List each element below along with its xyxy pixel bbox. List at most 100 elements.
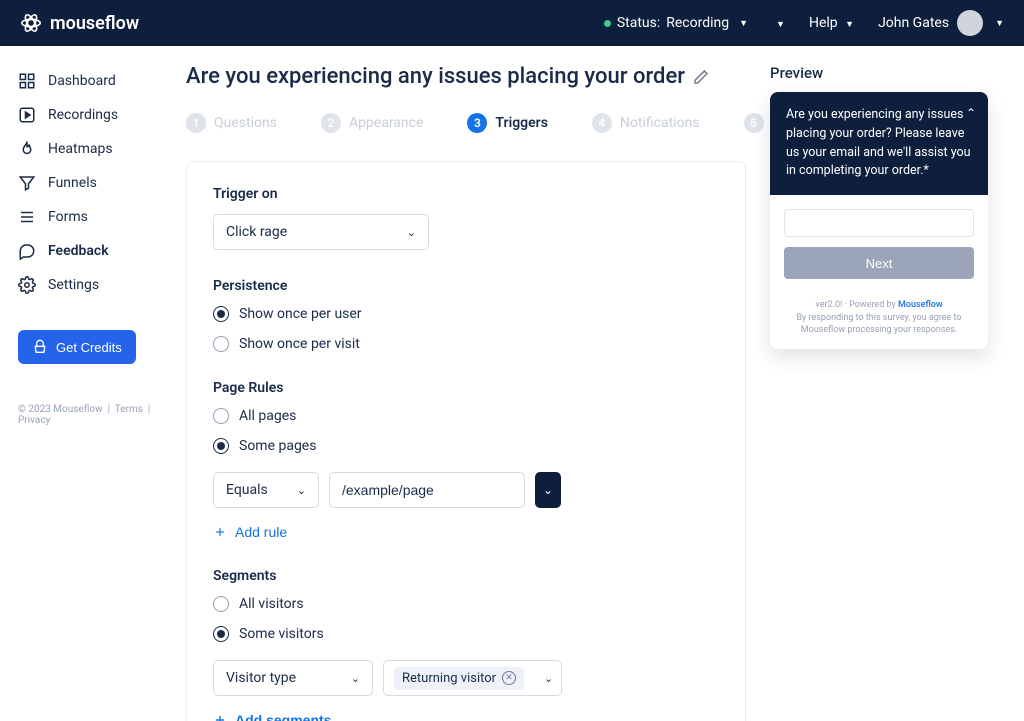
radio-label: Some visitors <box>239 626 324 642</box>
radio-icon <box>213 626 229 642</box>
radio-icon <box>213 438 229 454</box>
sidebar-item-label: Funnels <box>48 175 97 191</box>
step-appearance[interactable]: 2Appearance <box>321 113 423 133</box>
radio-label: All pages <box>239 408 296 424</box>
preview-brand: Mouseflow <box>898 300 943 310</box>
brand-logo[interactable]: mouseflow <box>20 12 139 34</box>
sidebar-item-label: Heatmaps <box>48 141 113 157</box>
user-menu[interactable]: John Gates ▼ <box>878 10 1004 36</box>
preview-next-button[interactable]: Next <box>784 247 974 279</box>
chevron-down-icon: ▼ <box>739 18 748 29</box>
radio-all-visitors[interactable]: All visitors <box>213 596 719 612</box>
visitor-tag: Returning visitor ✕ <box>394 667 524 690</box>
remove-tag-icon[interactable]: ✕ <box>502 671 516 685</box>
radio-all-pages[interactable]: All pages <box>213 408 719 424</box>
step-label: Notifications <box>620 115 700 131</box>
status-dropdown[interactable]: Status: Recording ▼ <box>604 15 748 31</box>
sidebar-item-heatmaps[interactable]: Heatmaps <box>18 132 170 166</box>
trigger-on-select[interactable]: Click rage ⌄ <box>213 214 429 250</box>
sidebar: Dashboard Recordings Heatmaps Funnels Fo… <box>0 46 170 721</box>
chat-icon <box>18 242 36 260</box>
step-notifications[interactable]: 4 Notifications <box>592 113 700 133</box>
radio-some-visitors[interactable]: Some visitors <box>213 626 719 642</box>
sidebar-footer: © 2023 Mouseflow | Terms | Privacy <box>18 404 170 426</box>
status-value: Recording <box>666 15 729 31</box>
terms-link[interactable]: Terms <box>115 404 143 415</box>
chevron-down-icon: ⌄ <box>351 672 360 685</box>
step-number: 1 <box>186 113 206 133</box>
sidebar-item-forms[interactable]: Forms <box>18 200 170 234</box>
chevron-down-icon: ⌄ <box>407 226 416 239</box>
help-label: Help <box>809 15 838 31</box>
add-rule-button[interactable]: Add rule <box>213 524 287 540</box>
mouseflow-logo-icon <box>20 12 42 34</box>
gear-icon <box>18 276 36 294</box>
hands-icon <box>32 339 48 355</box>
radio-icon <box>213 306 229 322</box>
sidebar-item-label: Feedback <box>48 243 109 259</box>
page-rules-label: Page Rules <box>213 380 719 396</box>
radio-label: Show once per user <box>239 306 362 322</box>
sidebar-item-recordings[interactable]: Recordings <box>18 98 170 132</box>
rule-operator-value: Equals <box>226 482 268 498</box>
sidebar-item-settings[interactable]: Settings <box>18 268 170 302</box>
radio-icon <box>213 336 229 352</box>
sidebar-item-label: Settings <box>48 277 99 293</box>
rule-operator-select[interactable]: Equals ⌄ <box>213 472 319 508</box>
preview-question-header: Are you experiencing any issues placing … <box>770 92 988 195</box>
step-number: 5 <box>744 113 764 133</box>
pencil-icon[interactable] <box>693 69 709 85</box>
visitor-type-select[interactable]: Visitor type ⌄ <box>213 660 373 696</box>
radio-icon <box>213 408 229 424</box>
step-number: 4 <box>592 113 612 133</box>
sidebar-item-funnels[interactable]: Funnels <box>18 166 170 200</box>
add-segments-button[interactable]: Add segments <box>213 712 331 721</box>
preview-powered: · Powered by <box>842 300 898 310</box>
funnel-icon <box>18 174 36 192</box>
rule-expand-button[interactable]: ⌄ <box>535 472 561 508</box>
status-label: Status: <box>617 15 660 31</box>
radio-some-pages[interactable]: Some pages <box>213 438 719 454</box>
flame-icon <box>18 140 36 158</box>
visitor-type-value: Visitor type <box>226 670 296 686</box>
chevron-up-icon[interactable]: ⌃ <box>966 104 976 122</box>
preview-email-input[interactable] <box>784 209 974 237</box>
persistence-label: Persistence <box>213 278 719 294</box>
step-number: 3 <box>467 113 487 133</box>
credits-label: Get Credits <box>56 340 122 355</box>
radio-label: Show once per visit <box>239 336 360 352</box>
trigger-on-label: Trigger on <box>213 186 719 202</box>
step-label: Triggers <box>495 115 548 131</box>
website-dropdown[interactable]: ▼ <box>772 15 785 31</box>
preview-version: ver2.0! <box>815 300 842 310</box>
sidebar-item-label: Recordings <box>48 107 118 123</box>
trigger-on-value: Click rage <box>226 224 287 240</box>
radio-once-per-visit[interactable]: Show once per visit <box>213 336 719 352</box>
sidebar-item-feedback[interactable]: Feedback <box>18 234 170 268</box>
chevron-down-icon: ⌄ <box>543 483 553 497</box>
step-triggers[interactable]: 3 Triggers <box>467 113 548 133</box>
radio-once-per-user[interactable]: Show once per user <box>213 306 719 322</box>
brand-name: mouseflow <box>50 13 139 34</box>
play-icon <box>18 106 36 124</box>
segments-label: Segments <box>213 568 719 584</box>
get-credits-button[interactable]: Get Credits <box>18 330 136 364</box>
rule-path-input[interactable] <box>329 472 525 508</box>
step-progress: 1Questions 2Appearance 3 Triggers 4 Notifi… <box>186 113 746 133</box>
triggers-panel: Trigger on Click rage ⌄ Persistence Show… <box>186 161 746 721</box>
privacy-link[interactable]: Privacy <box>18 415 50 426</box>
step-label: Appearance <box>349 115 423 131</box>
chevron-down-icon: ▼ <box>995 18 1004 29</box>
copyright: © 2023 Mouseflow <box>18 404 103 415</box>
step-questions[interactable]: 1Questions <box>186 113 277 133</box>
dashboard-icon <box>18 72 36 90</box>
plus-icon <box>213 525 227 539</box>
preview-card: Are you experiencing any issues placing … <box>770 92 988 349</box>
sidebar-item-dashboard[interactable]: Dashboard <box>18 64 170 98</box>
preview-disclaimer: By responding to this survey, you agree … <box>796 313 961 336</box>
help-dropdown[interactable]: Help ▼ <box>809 15 854 31</box>
preview-footer: ver2.0! · Powered by Mouseflow By respon… <box>770 293 988 349</box>
radio-label: All visitors <box>239 596 304 612</box>
visitor-value-select[interactable]: Returning visitor ✕ ⌄ <box>383 660 562 696</box>
chevron-down-icon: ▼ <box>776 20 785 30</box>
